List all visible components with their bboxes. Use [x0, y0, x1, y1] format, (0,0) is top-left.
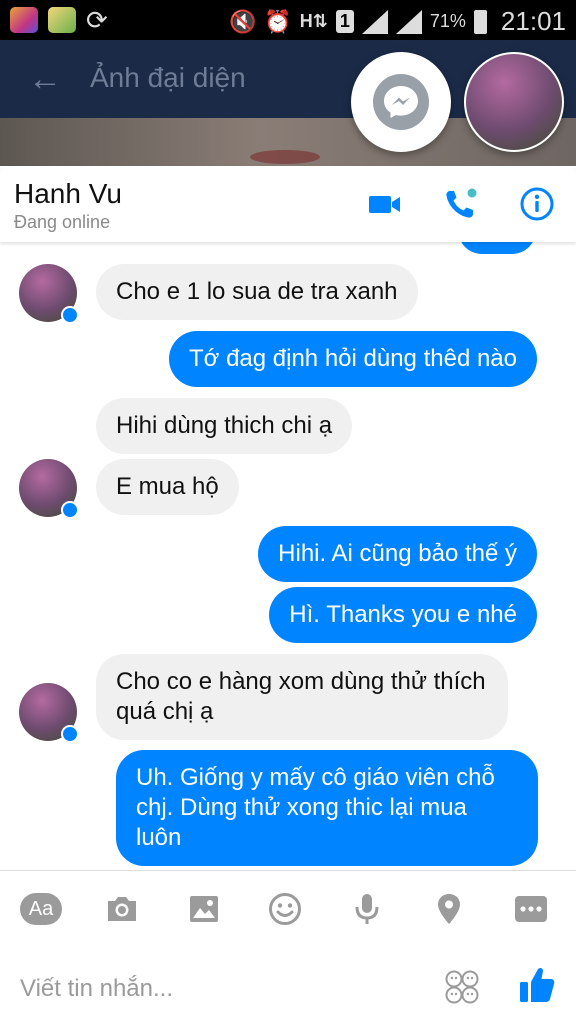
battery-icon	[473, 9, 487, 34]
text-format-button[interactable]: Aa	[20, 893, 62, 925]
sync-icon: ⟳	[86, 5, 108, 35]
message-list[interactable]: Cho e 1 lo sua de tra xanh Tớ đag định h…	[0, 242, 576, 870]
voice-button[interactable]	[345, 887, 389, 931]
alarm-icon: ⏰	[264, 8, 292, 34]
contact-chat-head[interactable]	[464, 52, 564, 152]
camera-app-icon	[10, 7, 38, 33]
messenger-badge-icon	[61, 501, 79, 519]
contact-avatar[interactable]	[19, 459, 79, 519]
messenger-chat-head[interactable]	[351, 52, 451, 152]
contact-name[interactable]: Hanh Vu	[14, 178, 122, 210]
sticker-icon[interactable]	[444, 969, 480, 1005]
message-incoming[interactable]: Cho co e hàng xom dùng thử thích quá chị…	[96, 654, 508, 740]
contact-avatar[interactable]	[19, 683, 79, 743]
messenger-icon	[373, 74, 429, 130]
status-bar: ⟳ 🔇 ⏰ H⇅ 1 71% 21:01	[0, 0, 576, 40]
microphone-icon	[355, 894, 379, 924]
thumbs-up-icon[interactable]	[518, 965, 556, 1005]
camera-button[interactable]	[100, 887, 144, 931]
message-incoming[interactable]: Cho e 1 lo sua de tra xanh	[96, 264, 418, 320]
chat-header: Hanh Vu Đang online	[0, 166, 576, 242]
more-button[interactable]	[509, 887, 553, 931]
game-app-icon	[48, 7, 76, 33]
phone-call-icon[interactable]	[442, 186, 478, 222]
composer-toolbar: Aa	[0, 887, 576, 931]
messenger-badge-icon	[61, 725, 79, 743]
message-outgoing[interactable]: Uh. Giống y mấy cô giáo viên chỗ chj. Dù…	[116, 750, 538, 866]
contact-avatar[interactable]	[19, 264, 79, 324]
signal-icon	[361, 9, 388, 34]
image-icon	[190, 896, 218, 922]
smiley-icon	[269, 893, 301, 925]
message-outgoing[interactable]: Tớ đag định hỏi dùng thêd nào	[169, 331, 537, 387]
contact-status: Đang online	[14, 212, 111, 232]
composer: Aa	[0, 870, 576, 1024]
background-photo-detail	[250, 150, 320, 164]
clock: 21:01	[500, 6, 566, 36]
message-outgoing[interactable]: Hì. Thanks you e nhé	[269, 587, 537, 643]
more-icon	[515, 896, 547, 922]
gallery-button[interactable]	[182, 887, 226, 931]
signal-2-icon	[395, 9, 422, 34]
data-transfer-icon: H⇅	[299, 11, 328, 31]
background-title: Ảnh đại diện	[90, 62, 246, 93]
location-pin-icon	[438, 894, 460, 924]
input-row	[0, 953, 576, 1024]
location-button[interactable]	[427, 887, 471, 931]
message-outgoing[interactable]: Hihi. Ai cũng bảo thế ý	[258, 526, 537, 582]
chat-card: Hanh Vu Đang online Cho e 1 lo sua de tr…	[0, 166, 576, 1024]
message-bubble-partial[interactable]	[458, 242, 536, 254]
back-arrow-icon[interactable]: ←	[28, 60, 62, 99]
message-input[interactable]	[20, 971, 420, 1007]
battery-percent: 71%	[429, 11, 466, 31]
message-incoming[interactable]: Hihi dùng thich chi ạ	[96, 398, 353, 454]
emoji-button[interactable]	[263, 887, 307, 931]
sim-badge: 1	[335, 10, 354, 33]
camera-icon	[108, 897, 136, 921]
messenger-badge-icon	[61, 306, 79, 324]
info-icon[interactable]	[519, 186, 555, 222]
video-call-icon[interactable]	[367, 186, 403, 222]
mute-icon: 🔇	[228, 8, 257, 34]
message-incoming[interactable]: E mua hộ	[96, 459, 239, 515]
